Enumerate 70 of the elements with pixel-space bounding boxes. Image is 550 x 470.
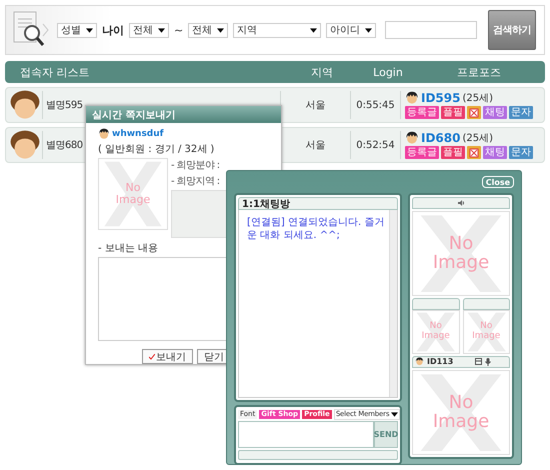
placeholder-text: No Image: [432, 234, 490, 274]
avatar-icon: [98, 128, 110, 140]
window-icon: [475, 358, 482, 366]
sender-name[interactable]: whwnsduf: [112, 129, 164, 139]
placeholder-text: No Image: [116, 182, 150, 206]
nickname: 별명680: [45, 139, 83, 152]
window-title: 실시간 쪽지보내기: [86, 106, 281, 123]
range-separator: ~: [174, 24, 184, 36]
age-from-select[interactable]: 전체: [129, 22, 169, 38]
panel-header: [462, 298, 510, 310]
list-title: 접속자 리스트: [20, 64, 90, 80]
placeholder-text: No Image: [422, 322, 450, 342]
avatar-icon: [405, 131, 419, 145]
chat-message: [연결됨] 연결되었습니다. 즐거운 대화 되세요. ^^;: [247, 216, 386, 242]
panel-title: 1:1채팅방: [238, 197, 398, 210]
column-header: 지역: [310, 64, 334, 80]
action-button[interactable]: 채팅: [483, 146, 507, 159]
column-header: 프로포즈: [456, 64, 502, 80]
close-button[interactable]: Close: [482, 176, 514, 188]
field-label: - 희망지역 :: [171, 175, 221, 188]
action-button[interactable]: 문자: [509, 106, 533, 119]
partner-id: ID113: [427, 357, 454, 366]
check-icon: [149, 354, 155, 360]
gift-button[interactable]: [467, 146, 481, 159]
caret-icon: [86, 28, 93, 32]
avatar-icon: [9, 129, 41, 161]
caret-icon: [310, 28, 318, 32]
avatar-icon: [405, 91, 419, 105]
caret-icon: [391, 412, 398, 416]
avatar-icon: [415, 357, 424, 366]
user-age: (25세): [462, 132, 494, 145]
gift-button[interactable]: [467, 106, 481, 119]
login-time: 0:55:45: [356, 100, 395, 110]
user-id[interactable]: ID595: [421, 91, 460, 105]
caret-icon: [158, 28, 165, 32]
search-field[interactable]: [385, 21, 478, 39]
avatar-icon: [9, 89, 41, 121]
scrollbar[interactable]: [389, 210, 397, 397]
caret-icon: [365, 28, 372, 32]
action-button[interactable]: 등록글: [405, 106, 439, 119]
action-button[interactable]: 문자: [509, 146, 533, 159]
panel-header: [412, 298, 460, 310]
gender-select[interactable]: 성별: [57, 22, 97, 38]
age-to-select[interactable]: 전체: [188, 22, 228, 38]
nickname: 별명595: [45, 99, 83, 112]
search-button[interactable]: 검색하기: [488, 10, 536, 50]
field-label: - 희망분야 :: [171, 159, 221, 172]
action-button[interactable]: 등록글: [405, 146, 439, 159]
id-type-select[interactable]: 아이디: [326, 22, 376, 38]
region: 서울: [306, 99, 326, 112]
speaker-icon: [458, 200, 464, 206]
region-select[interactable]: 지역: [233, 22, 322, 38]
action-button[interactable]: 채팅: [483, 106, 507, 119]
content-label: - 보내는 내용: [98, 242, 159, 255]
send-button[interactable]: 보내기: [142, 349, 193, 364]
placeholder-text: No Image: [472, 322, 500, 342]
sender-info: ( 일반회원 : 경기 / 32세 ): [98, 143, 214, 156]
column-header: Login: [372, 66, 404, 78]
user-id[interactable]: ID680: [421, 131, 460, 145]
placeholder-text: No Image: [432, 392, 490, 432]
send-button[interactable]: SEND: [374, 421, 398, 448]
chat-input[interactable]: [238, 421, 374, 448]
action-button[interactable]: 플필: [441, 146, 465, 159]
login-time: 0:52:54: [356, 140, 395, 150]
user-age: (25세): [462, 92, 494, 105]
action-button[interactable]: 플필: [441, 106, 465, 119]
age-label: 나이: [102, 22, 124, 38]
region: 서울: [306, 139, 326, 152]
microphone-icon: [485, 358, 491, 366]
caret-icon: [217, 28, 224, 32]
